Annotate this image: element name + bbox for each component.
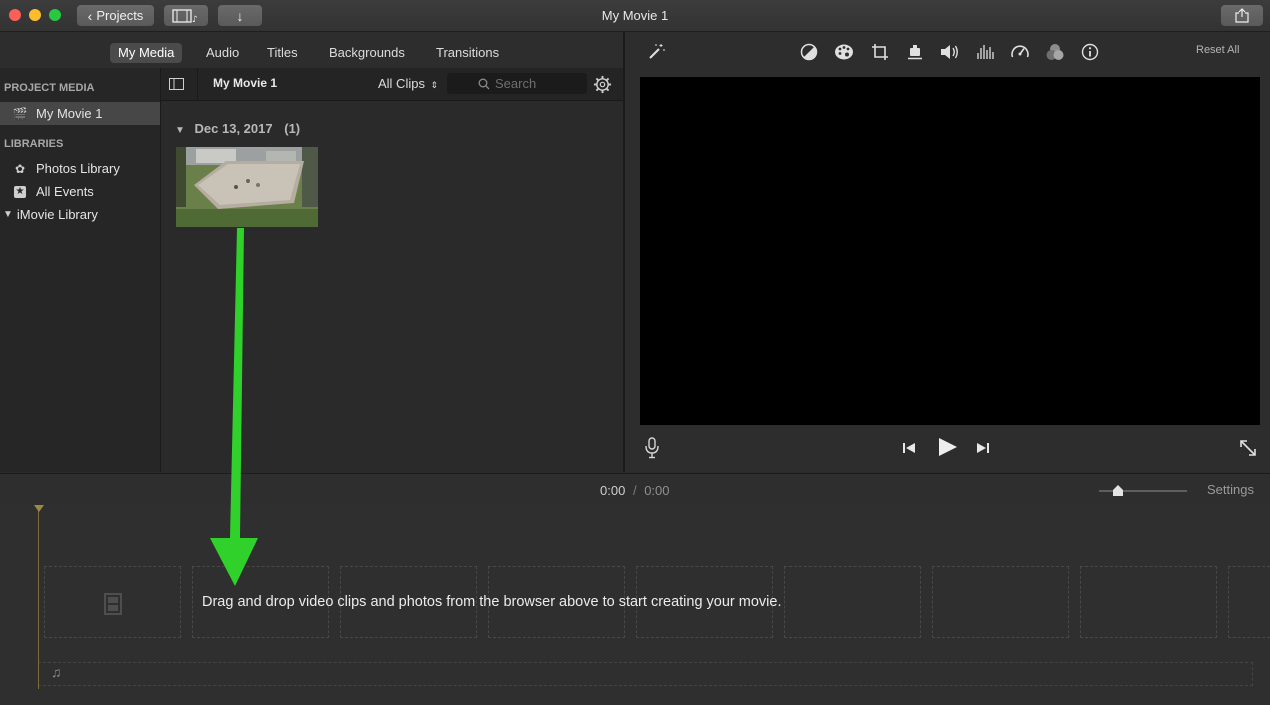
- color-balance-icon: [800, 43, 818, 61]
- project-media-heading: PROJECT MEDIA: [4, 82, 95, 94]
- annotation-arrow: [210, 228, 258, 586]
- gear-icon: [593, 75, 612, 94]
- play-icon: [939, 438, 957, 456]
- magic-wand-icon: [649, 44, 665, 59]
- timecode-display: 0:00 / 0:00: [600, 483, 670, 498]
- volume-button[interactable]: [940, 42, 960, 62]
- date-group-label: Dec 13, 2017: [194, 121, 273, 136]
- media-tabs-bar: My Media Audio Titles Backgrounds Transi…: [0, 32, 623, 68]
- clip-thumbnail[interactable]: [176, 147, 318, 227]
- microphone-icon: [645, 437, 659, 459]
- timeline-placeholder-slot: [784, 566, 921, 638]
- tab-audio[interactable]: Audio: [198, 43, 247, 63]
- sidebar-toggle-icon: [169, 78, 184, 90]
- zoom-slider-thumb[interactable]: [1112, 484, 1124, 496]
- info-icon: [1081, 43, 1099, 61]
- camera-stabilization-icon: [908, 45, 922, 60]
- tab-titles[interactable]: Titles: [259, 43, 306, 63]
- sidebar-item-label: My Movie 1: [36, 106, 103, 121]
- music-note-icon: ♫: [51, 664, 62, 680]
- browser-toolbar: My Movie 1 All Clips ⇕ Search: [161, 68, 623, 101]
- date-group-header[interactable]: ▼ Dec 13, 2017 (1): [175, 121, 300, 136]
- timecode-separator: /: [632, 483, 637, 498]
- title-bar: ‹ Projects ♪ ↓ My Movie 1: [0, 0, 1270, 32]
- video-preview[interactable]: [640, 77, 1260, 425]
- clip-thumbnail-image: [176, 147, 318, 227]
- total-time: 0:00: [644, 483, 670, 498]
- stabilization-button[interactable]: [905, 42, 925, 62]
- clips-filter-label: All Clips: [378, 76, 425, 91]
- sidebar-item-all-events[interactable]: ★ All Events: [0, 180, 160, 203]
- sidebar-item-photos-library[interactable]: ✿ Photos Library: [0, 157, 160, 180]
- color-balance-button[interactable]: [799, 42, 819, 62]
- browser-settings-button[interactable]: [593, 75, 613, 95]
- share-icon: [1235, 8, 1249, 23]
- voiceover-button[interactable]: [644, 437, 664, 459]
- clip-info-button[interactable]: [1080, 42, 1100, 62]
- speedometer-icon: [1011, 45, 1029, 58]
- search-placeholder: Search: [495, 76, 537, 91]
- timeline-header: 0:00 / 0:00 Settings: [0, 473, 1270, 506]
- timeline-placeholder-slot: [44, 566, 181, 638]
- current-time: 0:00: [600, 483, 626, 498]
- tab-my-media[interactable]: My Media: [110, 43, 183, 63]
- sidebar-item-label: Photos Library: [36, 161, 120, 176]
- skip-back-icon: [903, 443, 915, 453]
- disclosure-triangle-icon[interactable]: ▼: [3, 209, 13, 220]
- audio-lane[interactable]: ♫: [38, 662, 1253, 686]
- skip-back-button[interactable]: [901, 440, 919, 458]
- reset-all-button[interactable]: Reset All: [1196, 44, 1239, 56]
- window-title: My Movie 1: [601, 8, 669, 23]
- skip-forward-button[interactable]: [975, 440, 993, 458]
- skip-forward-icon: [977, 443, 989, 453]
- browser-project-name: My Movie 1: [213, 76, 278, 90]
- libraries-heading: LIBRARIES: [4, 138, 64, 150]
- film-strip-icon: [104, 593, 122, 615]
- clips-filter-select[interactable]: All Clips ⇕: [378, 76, 438, 91]
- play-button[interactable]: [936, 436, 960, 460]
- fullscreen-button[interactable]: [1238, 438, 1258, 458]
- updown-chevron-icon: ⇕: [430, 80, 439, 90]
- clip-filter-icon: [1046, 44, 1064, 60]
- sidebar-item-my-movie[interactable]: 🎬 My Movie 1: [0, 102, 160, 125]
- drop-instructions: Drag and drop video clips and photos fro…: [202, 594, 782, 610]
- library-sidebar: PROJECT MEDIA 🎬 My Movie 1 LIBRARIES ✿ P…: [0, 68, 161, 472]
- toolbar-divider: [197, 68, 198, 100]
- timeline-placeholder-slot: [932, 566, 1069, 638]
- tab-backgrounds[interactable]: Backgrounds: [321, 43, 413, 63]
- clapper-icon: 🎬: [12, 106, 28, 121]
- enhance-button[interactable]: [646, 42, 666, 62]
- palette-icon: [835, 44, 853, 60]
- slider-thumb-icon: [1113, 485, 1124, 496]
- sidebar-toggle-button[interactable]: [169, 76, 189, 92]
- timeline-placeholder-slot: [1228, 566, 1270, 638]
- star-box-icon: ★: [14, 185, 26, 198]
- date-group-count: (1): [284, 121, 301, 136]
- playhead-marker[interactable]: [34, 505, 44, 512]
- timeline-placeholder-slot: [1080, 566, 1217, 638]
- sidebar-item-label: All Events: [36, 184, 94, 199]
- tab-transitions[interactable]: Transitions: [428, 43, 507, 63]
- disclosure-triangle-icon: ▼: [175, 125, 185, 136]
- timeline-settings-button[interactable]: Settings: [1207, 482, 1254, 497]
- clip-filter-button[interactable]: [1045, 42, 1065, 62]
- equalizer-button[interactable]: [975, 42, 995, 62]
- search-icon: [478, 78, 490, 90]
- crop-button[interactable]: [870, 42, 890, 62]
- photos-flower-icon: ✿: [14, 161, 26, 176]
- expand-arrows-icon: [1240, 440, 1256, 456]
- sidebar-item-imovie-library[interactable]: ▼ iMovie Library: [0, 203, 160, 226]
- playhead[interactable]: [38, 507, 39, 689]
- search-field[interactable]: Search: [447, 73, 587, 94]
- equalizer-icon: [977, 45, 994, 59]
- color-correction-button[interactable]: [834, 42, 854, 62]
- speed-button[interactable]: [1010, 42, 1030, 62]
- volume-icon: [941, 45, 958, 59]
- share-button[interactable]: [1221, 5, 1263, 26]
- sidebar-item-label: iMovie Library: [16, 207, 98, 222]
- crop-icon: [872, 44, 888, 60]
